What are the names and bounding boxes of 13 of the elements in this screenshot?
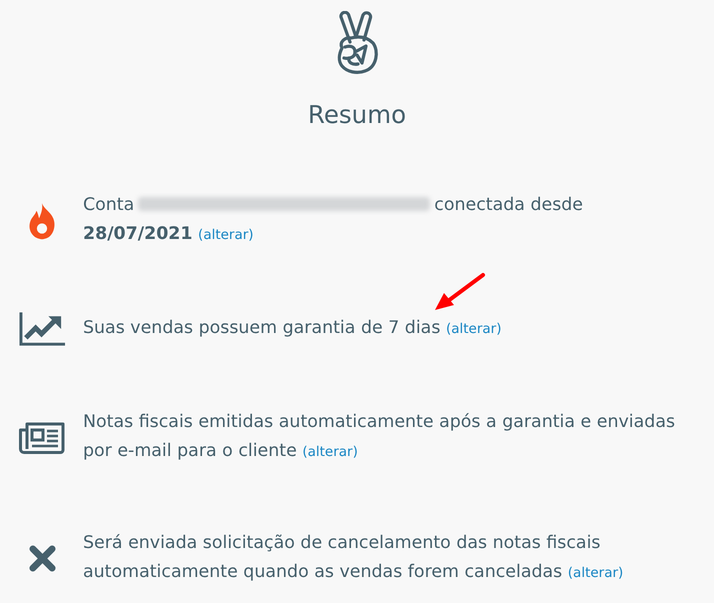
page-title: Resumo — [308, 99, 406, 131]
change-link[interactable]: (alterar) — [446, 321, 502, 337]
summary-text: Será enviada solicitação de cancelamento das notas fiscais automaticamente quando as vendas forem canceladas (alterar) — [83, 532, 624, 584]
change-link[interactable]: (alterar) — [302, 444, 358, 460]
summary-text: Suas vendas possuem garantia de 7 dias (alterar) — [83, 317, 502, 340]
change-link[interactable]: (alterar) — [568, 565, 624, 581]
summary-text: Conta conectada desde 28/07/2021 (alterar) — [83, 194, 584, 246]
newspaper-icon — [19, 422, 65, 454]
flame-icon — [28, 200, 56, 240]
close-icon — [28, 545, 56, 572]
change-link[interactable]: (alterar) — [198, 227, 254, 243]
line-chart-icon — [18, 312, 66, 346]
summary-text: Notas fiscais emitidas automaticamente após a garantia e enviadas por e-mail para o cliente (alterar) — [83, 411, 676, 463]
